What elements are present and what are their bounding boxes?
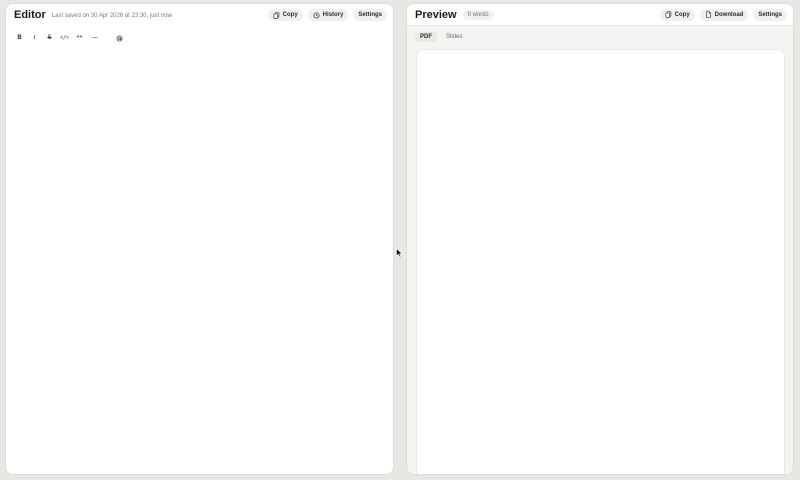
code-button[interactable]: </> [59,33,70,44]
history-icon [313,11,320,19]
editor-copy-button[interactable]: Copy [267,9,303,21]
bold-icon: B [17,35,22,41]
preview-settings-button[interactable]: Settings [753,8,787,21]
preview-page [417,50,784,474]
editor-copy-label: Copy [282,12,298,18]
history-label: History [322,12,344,18]
word-count-badge: 0 words [462,9,494,20]
editor-panel: Editor Last saved on 30 Apr 2026 at 23:3… [5,3,394,475]
bold-button[interactable]: B [14,33,25,44]
quote-icon: ❝❝ [76,35,83,41]
editor-header: Editor Last saved on 30 Apr 2026 at 23:3… [6,4,393,26]
quote-button[interactable]: ❝❝ [74,33,85,44]
mouse-cursor-icon [396,248,403,258]
tab-pdf[interactable]: PDF [415,32,437,42]
tab-slides[interactable]: Slides [441,32,467,42]
preview-title: Preview [415,8,457,21]
horizontal-rule-icon: — [91,35,98,41]
strikethrough-button[interactable]: S [44,33,55,44]
history-button[interactable]: History [307,9,349,21]
code-icon: </> [59,35,70,41]
at-icon [116,35,123,41]
italic-button[interactable]: I [29,33,40,44]
editor-settings-button[interactable]: Settings [353,9,387,21]
editor-text-area[interactable] [6,48,393,474]
copy-icon [273,11,279,19]
download-label: Download [714,11,744,18]
file-icon [705,11,711,18]
preview-tabs: PDF Slides [415,29,467,45]
preview-header: Preview 0 words Copy Download Settings [407,4,793,26]
strikethrough-icon: S [47,35,52,41]
preview-copy-button[interactable]: Copy [659,8,695,21]
copy-icon [665,11,671,18]
editor-settings-label: Settings [358,12,382,18]
mention-button[interactable] [114,33,125,44]
preview-settings-label: Settings [758,11,782,18]
preview-copy-label: Copy [674,11,690,18]
horizontal-rule-button[interactable]: — [89,33,100,44]
italic-icon: I [33,35,36,41]
download-button[interactable]: Download [699,8,749,21]
preview-panel: Preview 0 words Copy Download Settings P… [406,3,794,475]
editor-title: Editor [14,9,46,21]
last-saved-status: Last saved on 30 Apr 2026 at 23:30, just… [51,12,172,19]
format-toolbar: B I S </> ❝❝ — [14,31,125,45]
